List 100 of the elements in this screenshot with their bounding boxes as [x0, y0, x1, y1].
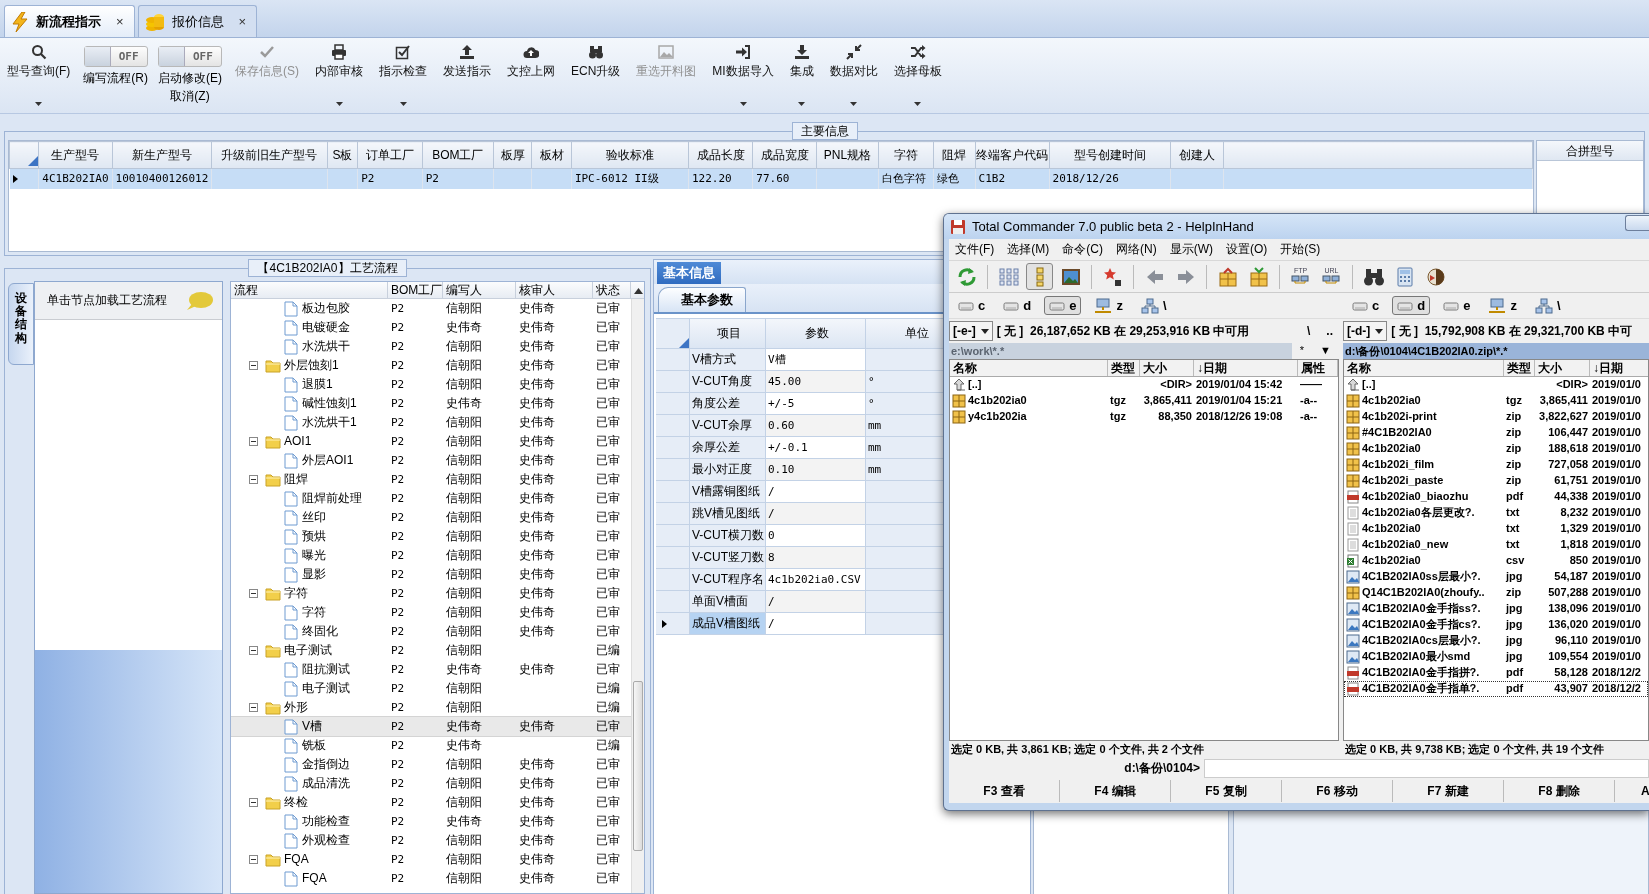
- path-button[interactable]: ▼: [1312, 344, 1339, 358]
- nav-button[interactable]: \: [1301, 323, 1317, 339]
- drive-button[interactable]: c: [1347, 295, 1385, 316]
- collapse-icon[interactable]: [249, 798, 258, 807]
- drive-dropdown[interactable]: [-d-]: [1343, 321, 1388, 341]
- file-row[interactable]: 4C1B202IA0cs层最小?. jpg 96,110 2019/01/0: [1344, 633, 1648, 649]
- table-row[interactable]: 4C1B202IA0 10010400126012 P2 P2 IPC-6012 II级 122.20 77.60 白色字符 绿色 C1B2 2018/12/26: [9, 168, 1533, 189]
- collapse-icon[interactable]: [249, 589, 258, 598]
- column-header[interactable]: 名称: [1344, 360, 1504, 376]
- toolbar-button[interactable]: 内部审核: [312, 42, 366, 108]
- column-header[interactable]: 参数: [766, 318, 866, 349]
- tree-label[interactable]: 丝印: [302, 510, 326, 525]
- tree-row[interactable]: 水洗烘干1 P2 信朝阳 史伟奇 已审: [231, 413, 631, 432]
- column-header[interactable]: ↓日期: [1590, 360, 1648, 376]
- tree-label[interactable]: 电子测试: [302, 681, 350, 696]
- tree-label[interactable]: 外观检查: [302, 833, 350, 848]
- tree-row[interactable]: 阻焊 P2 信朝阳 史伟奇 已审: [231, 470, 631, 489]
- tree-label[interactable]: 字符: [284, 586, 308, 601]
- tree-row[interactable]: 铣板 P2 史伟奇 已编: [231, 736, 631, 755]
- toolbar-button[interactable]: 指示检查: [376, 42, 430, 108]
- file-row[interactable]: 4C1B202IA0金手指单?. pdf 43,907 2018/12/2: [1344, 681, 1648, 697]
- column-header[interactable]: 成品长度: [688, 141, 753, 169]
- tree-label[interactable]: V槽: [302, 719, 322, 734]
- tree-row[interactable]: 外层AOI1 P2 信朝阳 史伟奇 已审: [231, 451, 631, 470]
- tree-row[interactable]: 丝印 P2 信朝阳 史伟奇 已审: [231, 508, 631, 527]
- file-row[interactable]: Q14C1B202IA0(zhoufy.. zip 507,288 2019/01/0: [1344, 585, 1648, 601]
- tree-label[interactable]: 字符: [302, 605, 326, 620]
- tree-label[interactable]: 成品清洗: [302, 776, 350, 791]
- column-header[interactable]: 类型: [1504, 360, 1535, 376]
- toggle-switch[interactable]: OFF: [83, 46, 148, 67]
- tree-row[interactable]: 外层蚀刻1 P2 信朝阳 史伟奇 已审: [231, 356, 631, 375]
- tree-label[interactable]: 外形: [284, 700, 308, 715]
- file-row[interactable]: 4C1B202IA0金手指ss?. jpg 138,096 2019/01/0: [1344, 601, 1648, 617]
- drive-button[interactable]: e: [1438, 295, 1476, 316]
- column-header[interactable]: 成品宽度: [752, 141, 817, 169]
- tree-label[interactable]: 电镀硬金: [302, 320, 350, 335]
- tree-row[interactable]: 退膜1 P2 信朝阳 史伟奇 已审: [231, 375, 631, 394]
- tree-label[interactable]: 水洗烘干: [302, 339, 350, 354]
- column-header[interactable]: 状态: [593, 282, 631, 299]
- column-header[interactable]: 大小: [1535, 360, 1590, 376]
- tree-label[interactable]: 阻抗测试: [302, 662, 350, 677]
- column-header[interactable]: 流程: [231, 282, 388, 299]
- tree-row[interactable]: 曝光 P2 信朝阳 史伟奇 已审: [231, 546, 631, 565]
- file-row[interactable]: 4C1B202IA0最小smd jpg 109,554 2019/01/0: [1344, 649, 1648, 665]
- tree-row[interactable]: 金指倒边 P2 信朝阳 史伟奇 已审: [231, 755, 631, 774]
- toolbar-label[interactable]: 取消(Z): [170, 89, 210, 104]
- collapse-icon[interactable]: [249, 855, 258, 864]
- column-header[interactable]: 类型: [1108, 360, 1140, 376]
- menu-item[interactable]: 命令(C): [1062, 242, 1103, 257]
- menu-item[interactable]: 显示(W): [1169, 242, 1213, 257]
- toolbar-button[interactable]: MI数据导入: [709, 42, 777, 108]
- tree-label[interactable]: 功能检查: [302, 814, 350, 829]
- tree-label[interactable]: 阻焊前处理: [302, 491, 362, 506]
- column-header[interactable]: 验收标准: [571, 141, 689, 169]
- drive-dropdown[interactable]: [-e-]: [949, 321, 993, 341]
- tree-row[interactable]: 显影 P2 信朝阳 史伟奇 已审: [231, 565, 631, 584]
- toolbar-button[interactable]: 集成: [786, 42, 817, 108]
- drive-button[interactable]: c: [953, 295, 991, 316]
- tree-row[interactable]: 电镀硬金 P2 史伟奇 史伟奇 已审: [231, 318, 631, 337]
- tree-row[interactable]: 终固化 P2 信朝阳 史伟奇 已审: [231, 622, 631, 641]
- toggle-switch[interactable]: OFF: [158, 46, 222, 67]
- tree-row[interactable]: AOI1 P2 信朝阳 史伟奇 已审: [231, 432, 631, 451]
- column-header[interactable]: 板材: [531, 141, 572, 169]
- file-row[interactable]: 4C1B202IA0ss层最小?. jpg 54,187 2019/01/0: [1344, 569, 1648, 585]
- tree-row[interactable]: 阻焊前处理 P2 信朝阳 史伟奇 已审: [231, 489, 631, 508]
- menu-item[interactable]: 文件(F): [955, 242, 995, 257]
- tab[interactable]: 报价信息 ×: [137, 5, 258, 37]
- tree-row[interactable]: 电子测试 P2 信朝阳 已编: [231, 641, 631, 660]
- tree-row[interactable]: V槽 P2 史伟奇 史伟奇 已审: [231, 717, 631, 736]
- toolbar-button[interactable]: 型号查询(F): [4, 42, 74, 108]
- column-header[interactable]: ↓日期: [1194, 360, 1298, 376]
- tree-row[interactable]: 碱性蚀刻1 P2 史伟奇 史伟奇 已审: [231, 394, 631, 413]
- file-row[interactable]: 4c1b202i_paste zip 61,751 2019/01/0: [1344, 473, 1648, 489]
- column-header[interactable]: 属性: [1298, 360, 1338, 376]
- tree-label[interactable]: 退膜1: [302, 377, 333, 392]
- menu-item[interactable]: 开始(S): [1280, 242, 1321, 257]
- tree-row[interactable]: FQA P2 信朝阳 史伟奇 已审: [231, 869, 631, 888]
- window-button[interactable]: [1625, 214, 1649, 231]
- column-header[interactable]: 合拼型号: [1537, 141, 1643, 161]
- tree-row[interactable]: 终检 P2 信朝阳 史伟奇 已审: [231, 793, 631, 812]
- file-row[interactable]: 4c1b202ia0 csv 850 2019/01/0: [1344, 553, 1648, 569]
- tree-row[interactable]: 外形 P2 信朝阳 已编: [231, 698, 631, 717]
- file-row[interactable]: 4c1b202ia0各层更改?. txt 8,232 2019/01/0: [1344, 505, 1648, 521]
- tree-label[interactable]: 终固化: [302, 624, 338, 639]
- tree-label[interactable]: 曝光: [302, 548, 326, 563]
- path-button[interactable]: *: [1291, 344, 1313, 358]
- drive-button[interactable]: d: [1392, 295, 1431, 316]
- tree-label[interactable]: 金指倒边: [302, 757, 350, 772]
- column-header[interactable]: 型号创建时间: [1049, 141, 1171, 169]
- close-button[interactable]: ×: [236, 15, 249, 28]
- file-row[interactable]: [..] <DIR> 2019/01/0: [1344, 377, 1648, 393]
- path-bar[interactable]: d:\备份\0104\4C1B202IA0.zip\*.*: [1343, 343, 1649, 359]
- column-header[interactable]: 创建人: [1170, 141, 1224, 169]
- tree-label[interactable]: FQA: [302, 871, 327, 886]
- side-tab[interactable]: 设备结构: [8, 283, 34, 365]
- toolbar-label[interactable]: 启动修改(E): [158, 71, 222, 86]
- drive-button[interactable]: \: [1529, 295, 1566, 316]
- file-row[interactable]: 4C1B202IA0金手指拼?. pdf 58,128 2018/12/2: [1344, 665, 1648, 681]
- nav-button[interactable]: ..: [1320, 323, 1339, 339]
- tree-label[interactable]: 外层AOI1: [302, 453, 354, 468]
